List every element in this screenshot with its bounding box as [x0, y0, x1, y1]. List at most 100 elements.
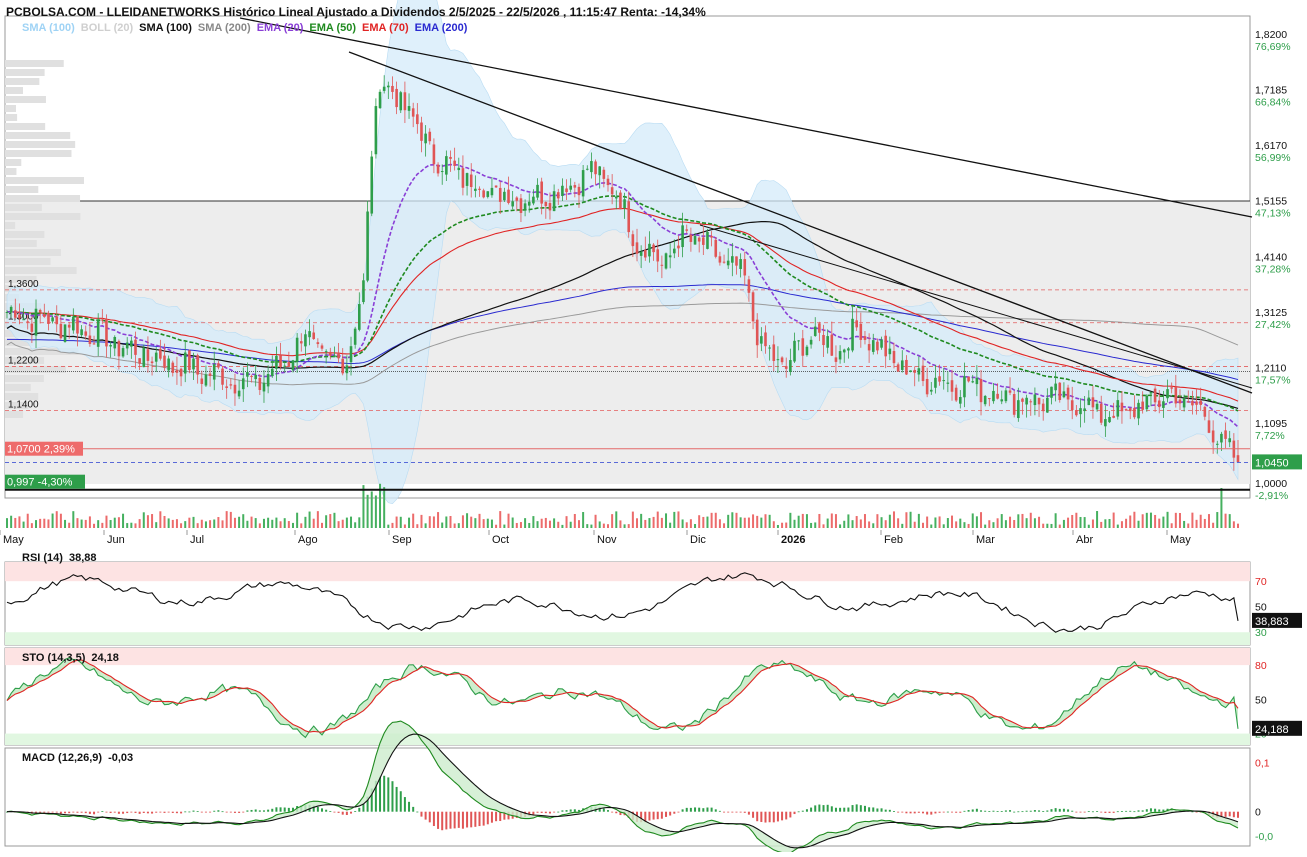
candle-body: [536, 184, 539, 198]
volume-bar: [636, 518, 639, 528]
candle-body: [312, 332, 316, 340]
volume-bar: [955, 521, 958, 528]
candle-body: [217, 363, 220, 368]
volume-bar: [723, 523, 726, 528]
volume-bar: [665, 513, 668, 528]
x-axis-tick: Ago: [298, 534, 318, 546]
volume-bar: [43, 518, 46, 528]
volume-bar: [1009, 516, 1012, 528]
macd-histogram-bar: [171, 811, 174, 813]
legend-item-4[interactable]: EMA (20): [257, 22, 304, 34]
volume-bar: [1125, 518, 1128, 528]
volume-bar: [971, 513, 974, 528]
volume-bar: [316, 511, 319, 528]
candle-body: [755, 319, 759, 346]
candle-body: [934, 377, 937, 388]
volume-bar: [660, 517, 663, 528]
candle-body: [358, 304, 361, 330]
macd-histogram-bar: [797, 811, 800, 813]
volume-bar: [1100, 521, 1103, 528]
volume-bar: [689, 519, 692, 528]
candle-body: [1186, 401, 1190, 403]
volume-bar: [130, 522, 133, 528]
macd-histogram-bar: [602, 808, 605, 812]
volume-bar: [271, 519, 274, 528]
volume-bar: [1050, 523, 1053, 528]
volume-bar: [1170, 523, 1173, 528]
x-axis-tick: Oct: [492, 534, 509, 546]
candle-body: [793, 340, 796, 362]
candle-body: [556, 192, 560, 199]
candle-body: [316, 342, 320, 345]
macd-histogram-bar: [718, 810, 721, 812]
candle-body: [362, 280, 365, 303]
legend-item-3[interactable]: SMA (200): [198, 22, 251, 34]
x-axis-tick: Abr: [1076, 534, 1093, 546]
candle-body: [1066, 387, 1070, 400]
macd-histogram-bar: [880, 808, 883, 812]
volume-bar: [1046, 523, 1049, 528]
volume-bar: [706, 516, 709, 528]
macd-histogram-bar: [689, 807, 692, 812]
candle-body: [648, 243, 651, 257]
sto-last-label: 24,188: [1255, 724, 1289, 736]
macd-histogram-bar: [909, 811, 912, 814]
volume-profile-bar: [5, 195, 81, 202]
candle-body: [1157, 400, 1161, 408]
volume-bar: [10, 515, 13, 528]
candle-body: [453, 160, 456, 166]
rsi-axis-tick: 50: [1255, 602, 1267, 614]
macd-histogram-bar: [606, 810, 609, 812]
candle-body: [888, 348, 892, 355]
candle-body: [561, 185, 564, 196]
candle-body: [722, 261, 726, 263]
volume-bar: [524, 518, 527, 528]
macd-histogram-bar: [1232, 811, 1235, 818]
macd-histogram-bar: [1158, 809, 1161, 812]
volume-bar: [793, 519, 796, 528]
volume-bar: [1141, 514, 1144, 528]
legend-item-7[interactable]: EMA (200): [415, 22, 468, 34]
macd-histogram-bar: [839, 807, 842, 812]
macd-histogram-bar: [565, 810, 568, 812]
candle-body: [988, 398, 991, 400]
macd-histogram-bar: [1154, 808, 1157, 812]
candle-body: [1099, 403, 1103, 423]
candle-body: [830, 334, 834, 356]
macd-histogram-bar: [209, 811, 212, 813]
candle-body: [859, 323, 863, 340]
macd-histogram-bar: [673, 811, 676, 814]
candle-body: [270, 368, 274, 377]
macd-title: MACD (12,26,9) -0,03: [22, 752, 134, 764]
candle-body: [55, 316, 59, 325]
volume-profile-bar: [5, 240, 37, 247]
volume-bar: [22, 521, 25, 528]
sto-title: STO (14,3,5) 24,18: [22, 652, 119, 664]
volume-bar: [1013, 519, 1016, 528]
volume-bar: [383, 487, 386, 528]
macd-histogram-bar: [735, 811, 738, 813]
volume-bar: [876, 514, 879, 528]
chart-svg[interactable]: 1,36001,30001,22001,14001,0700 2,39%0,99…: [0, 0, 1307, 855]
volume-bar: [623, 524, 626, 528]
volume-bar: [325, 515, 328, 528]
candle-body: [171, 362, 175, 373]
candle-body: [1104, 419, 1107, 427]
macd-histogram-bar: [1137, 810, 1140, 812]
candle-body: [847, 348, 850, 351]
volume-bar: [466, 513, 469, 528]
legend-item-6[interactable]: EMA (70): [362, 22, 409, 34]
volume-bar: [424, 523, 427, 528]
legend-item-1[interactable]: BOLL (20): [81, 22, 133, 34]
volume-bar: [942, 524, 945, 528]
legend-item-2[interactable]: SMA (100): [139, 22, 192, 34]
legend-item-5[interactable]: EMA (50): [309, 22, 356, 34]
candle-body: [552, 191, 556, 212]
legend-item-0[interactable]: SMA (100): [22, 22, 75, 34]
tag-high-label: 1,0700 2,39%: [7, 444, 75, 456]
candle-body: [324, 351, 328, 353]
volume-bar: [776, 524, 779, 528]
macd-histogram-bar: [810, 807, 813, 812]
volume-bar: [1091, 519, 1094, 528]
volume-bar: [461, 515, 464, 528]
